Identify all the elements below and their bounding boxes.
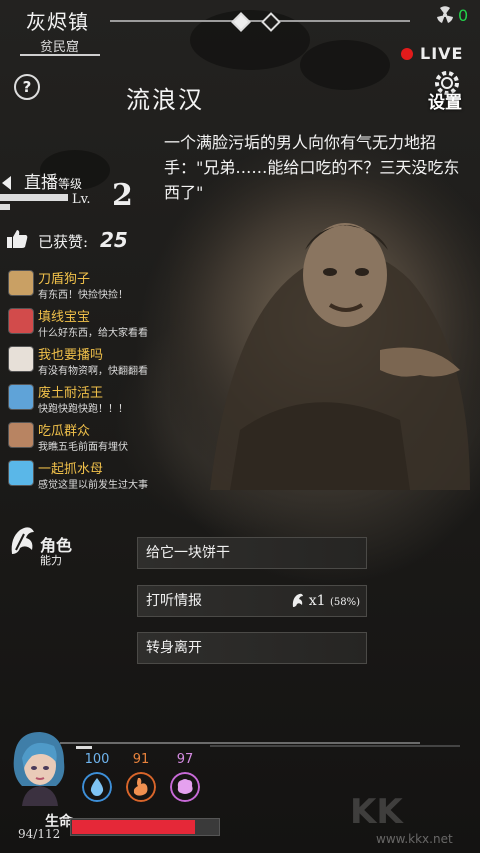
chat-message: 快跑快跑快跑！！！ [38, 404, 128, 415]
brain-icon [170, 772, 200, 802]
settings-button[interactable]: 设置 [428, 88, 462, 113]
chat-item: 刀盾狗子有东西！快捡快捡！ [8, 268, 228, 304]
level-number: 2 [112, 178, 133, 213]
chat-username: 吃瓜群众 [38, 424, 91, 439]
stomach-icon [126, 772, 156, 802]
likes-count: 25 [100, 228, 128, 252]
role-ability-icon[interactable] [8, 524, 38, 558]
choice-ask-info[interactable]: 打听情报 x1 (58%) [137, 585, 367, 617]
stream-title-small: 等级 [58, 177, 83, 191]
water-drop-icon [82, 772, 112, 802]
hp-bar-fill [72, 820, 195, 834]
chat-message: 什么好东西，给大家看看 [38, 328, 148, 339]
player-avatar[interactable] [8, 728, 70, 806]
watermark-url: www.kkx.net [376, 832, 453, 846]
stream-level-title: 直播等级 [24, 168, 82, 193]
live-indicator-icon [401, 48, 413, 60]
water-value: 100 [84, 752, 110, 767]
chat-avatar[interactable] [8, 422, 34, 448]
npc-name: 流浪汉 [126, 86, 204, 114]
choice-cost: x1 (58%) [291, 586, 360, 618]
chat-message: 感觉这里以前发生过大事 [38, 480, 148, 491]
chat-message: 我瞧五毛前面有埋伏 [38, 442, 128, 453]
choice-success-chance: (58%) [329, 597, 360, 608]
likes-label: 已获赞: [38, 233, 89, 251]
resource-counter: 0 [458, 6, 469, 25]
choice-give-biscuit[interactable]: 给它一块饼干 [137, 537, 367, 569]
radiation-icon [437, 6, 453, 23]
stream-title: 直播 [24, 173, 58, 193]
chat-username: 我也要播吗 [38, 348, 104, 363]
chat-item: 一起抓水母感觉这里以前发生过大事 [8, 458, 228, 494]
xp-bar [76, 746, 92, 749]
level-progress-marker [0, 204, 10, 210]
chat-username: 填线宝宝 [38, 310, 91, 325]
chat-message: 有没有物资啊，快翻翻看 [38, 366, 148, 377]
level-progress-bar [0, 194, 68, 201]
chat-avatar[interactable] [8, 460, 34, 486]
watermark-logo: KK [350, 792, 403, 832]
choice-label: 给它一块饼干 [146, 545, 230, 561]
chat-item: 填线宝宝什么好东西，给大家看看 [8, 306, 228, 342]
location-subtitle: 贫民窟 [40, 40, 80, 55]
level-label: Lv. [72, 192, 91, 207]
choice-walk-away[interactable]: 转身离开 [137, 632, 367, 664]
chat-item: 废土耐活王快跑快跑快跑！！！ [8, 382, 228, 418]
status-panel-divider [210, 745, 460, 747]
chat-avatar[interactable] [8, 270, 34, 296]
choice-cost-count: x1 [308, 593, 326, 609]
chat-item: 我也要播吗有没有物资啊，快翻翻看 [8, 344, 228, 380]
ability-token-icon [292, 593, 303, 607]
choice-label: 转身离开 [146, 640, 202, 656]
chat-username: 刀盾狗子 [38, 272, 91, 287]
live-chat: 刀盾狗子 有东西！快捡快捡！ 填线宝宝 什么好东西，给大家看看 我也要播吗 有没有物资啊，… [8, 268, 228, 496]
thumbs-up-icon [7, 230, 28, 248]
location-underline [20, 54, 100, 56]
help-button[interactable]: ? [14, 74, 40, 100]
role-ability-subtitle: 能力 [40, 554, 62, 567]
choice-label: 打听情报 [146, 593, 202, 609]
mind-value: 97 [176, 752, 194, 767]
progress-node-current [231, 12, 251, 32]
story-text: 一个满脸污垢的男人向你有气无力地招手："兄弟……能给口吃的不？三天没吃东西了" [164, 133, 460, 202]
progress-node-next [261, 12, 281, 32]
chat-avatar[interactable] [8, 346, 34, 372]
live-label: LIVE [420, 44, 464, 63]
chat-avatar[interactable] [8, 308, 34, 334]
location-title: 灰烬镇 [26, 10, 89, 34]
chat-username: 废土耐活王 [38, 386, 104, 401]
chat-username: 一起抓水母 [38, 462, 104, 477]
collapse-arrow-icon[interactable] [2, 176, 11, 190]
food-value: 91 [132, 752, 150, 767]
chat-item: 吃瓜群众我瞧五毛前面有埋伏 [8, 420, 228, 456]
chat-avatar[interactable] [8, 384, 34, 410]
hp-value: 94/112 [18, 827, 61, 841]
chat-message: 有东西！快捡快捡！ [38, 290, 128, 301]
